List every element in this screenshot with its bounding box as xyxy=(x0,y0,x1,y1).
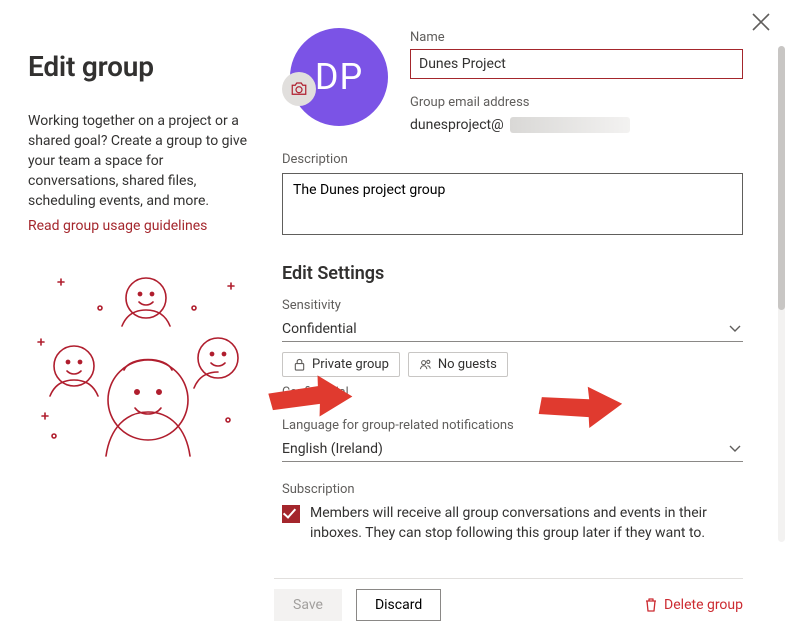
delete-group-text: Delete group xyxy=(664,597,743,613)
privacy-pill-text: Private group xyxy=(312,357,389,372)
change-photo-button[interactable] xyxy=(282,72,316,106)
chevron-down-icon xyxy=(729,443,741,455)
save-button[interactable]: Save xyxy=(274,589,342,621)
people-illustration xyxy=(28,268,248,468)
subscription-label: Subscription xyxy=(282,482,743,497)
page-title: Edit group xyxy=(28,50,248,83)
description-label: Description xyxy=(282,152,743,167)
sensitivity-label: Sensitivity xyxy=(282,298,743,313)
settings-heading: Edit Settings xyxy=(282,263,743,284)
name-input[interactable] xyxy=(410,49,743,79)
privacy-pill: Private group xyxy=(282,352,400,377)
email-value: dunesproject@ xyxy=(410,117,504,133)
side-panel: Edit group Working together on a project… xyxy=(0,0,274,637)
intro-text: Working together on a project or a share… xyxy=(28,111,248,211)
people-icon xyxy=(419,358,432,371)
trash-icon xyxy=(644,597,658,613)
language-value: English (Ireland) xyxy=(282,441,383,457)
footer-bar: Save Discard Delete group xyxy=(274,578,743,637)
chevron-down-icon xyxy=(729,323,741,335)
camera-icon xyxy=(290,82,308,96)
language-select[interactable]: English (Ireland) xyxy=(282,439,743,462)
name-label: Name xyxy=(410,30,743,45)
guests-pill-text: No guests xyxy=(438,357,497,372)
email-label: Group email address xyxy=(410,95,743,110)
language-label: Language for group-related notifications xyxy=(282,418,743,433)
sensitivity-select[interactable]: Confidential xyxy=(282,319,743,342)
description-input[interactable] xyxy=(282,173,743,235)
lock-icon xyxy=(293,358,306,371)
guests-pill: No guests xyxy=(408,352,508,377)
guidelines-link[interactable]: Read group usage guidelines xyxy=(28,218,207,234)
sensitivity-note: Confidential xyxy=(282,385,743,400)
subscription-text: Members will receive all group conversat… xyxy=(310,503,743,543)
email-domain-redacted xyxy=(510,117,630,133)
form-area: DP Name Group email address dunesproject… xyxy=(274,0,791,637)
sensitivity-value: Confidential xyxy=(282,321,357,337)
discard-button[interactable]: Discard xyxy=(356,589,441,621)
avatar-block: DP xyxy=(282,28,388,134)
delete-group-link[interactable]: Delete group xyxy=(644,597,743,613)
subscription-checkbox[interactable] xyxy=(282,505,300,523)
